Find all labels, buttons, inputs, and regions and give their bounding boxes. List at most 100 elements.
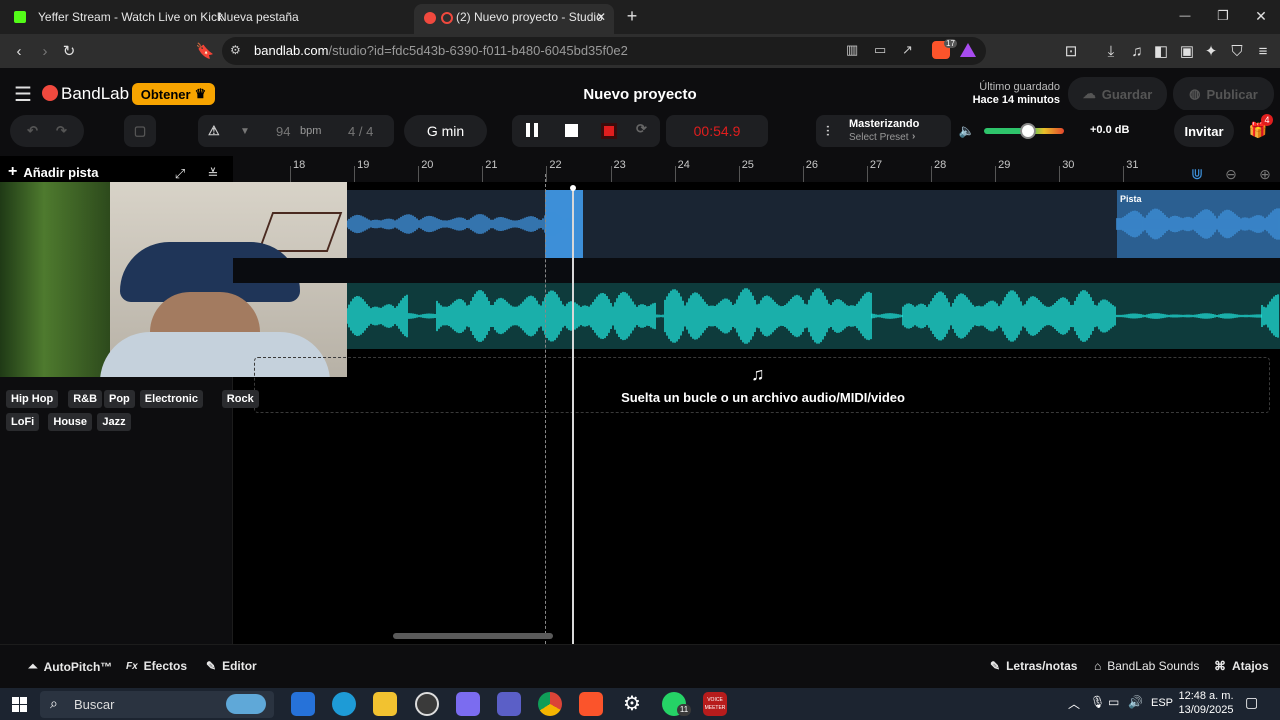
reader-mode-icon[interactable]: ▥ xyxy=(846,42,858,58)
chevron-down-icon[interactable]: ▼ xyxy=(240,126,250,137)
effects-button[interactable]: Fx Efectos xyxy=(126,659,187,673)
genre-tag[interactable]: LoFi xyxy=(6,413,40,431)
voicemeeter-icon[interactable]: VOICE MEETER xyxy=(703,692,727,716)
tv-icon[interactable]: ⊡ xyxy=(1060,40,1082,62)
bookmark-icon[interactable]: 🔖 xyxy=(194,40,216,62)
speaker-icon[interactable]: 🔈 xyxy=(958,122,976,140)
network-icon[interactable]: ▭ xyxy=(1108,695,1119,709)
site-settings-icon[interactable]: ⚙ xyxy=(230,43,241,57)
share-icon[interactable]: ↗ xyxy=(902,42,913,58)
zoom-out-icon[interactable]: ⊖ xyxy=(1220,162,1242,186)
add-track-button[interactable]: + Añadir pista xyxy=(8,160,120,184)
drop-zone[interactable]: ♫ Suelta un bucle o un archivo audio/MID… xyxy=(254,357,1270,413)
vpn-icon[interactable]: ⛉ xyxy=(1226,40,1248,62)
record-icon[interactable] xyxy=(604,126,614,136)
record-mode-button[interactable]: ▢ xyxy=(124,115,156,147)
tab-kick[interactable]: Yeffer Stream - Watch Live on Kick xyxy=(6,4,223,34)
genre-tag[interactable]: Rock xyxy=(221,390,259,408)
tab-new[interactable]: Nueva pestaña xyxy=(208,4,408,34)
tab-studio[interactable]: (2) Nuevo proyecto - Studio ✕ xyxy=(414,4,614,34)
restore-button[interactable]: ❐ xyxy=(1212,6,1234,26)
playhead-handle[interactable] xyxy=(570,185,576,191)
settings-gear-icon[interactable]: ⚙ xyxy=(620,692,644,716)
language-indicator[interactable]: ESP xyxy=(1151,697,1173,709)
publish-button[interactable]: ◍ Publicar xyxy=(1173,77,1274,111)
time-signature[interactable]: 4 / 4 xyxy=(348,124,373,139)
windows-start-icon[interactable] xyxy=(12,697,27,712)
autopitch-button[interactable]: ⏶ AutoPitch™ xyxy=(28,659,112,674)
notifications-icon[interactable]: ▢ xyxy=(1245,694,1258,711)
automation-icon[interactable]: ⤢ xyxy=(170,164,190,184)
genre-tag[interactable]: Pop xyxy=(104,390,135,408)
reload-icon[interactable]: ↻ xyxy=(58,40,80,62)
loop-icon[interactable]: ⟳ xyxy=(636,121,647,137)
track-2-lane[interactable] xyxy=(347,283,1280,349)
forward-arrow-icon[interactable]: › xyxy=(34,40,56,62)
close-window-button[interactable]: ✕ xyxy=(1250,6,1272,26)
shortcuts-button[interactable]: ⌘ Atajos xyxy=(1214,659,1269,673)
clock-time[interactable]: 12:48 a. m. xyxy=(1176,690,1236,702)
app-logo[interactable]: BandLab xyxy=(61,84,129,104)
sounds-button[interactable]: ⌂ BandLab Sounds xyxy=(1094,659,1199,673)
download-icon[interactable]: ⤓ xyxy=(1100,40,1122,62)
volume-icon[interactable]: 🔊 xyxy=(1128,695,1143,709)
horizontal-scrollbar[interactable] xyxy=(393,633,553,639)
key-selector[interactable]: G min xyxy=(404,115,487,147)
lyrics-button[interactable]: ✎ Letras/notas xyxy=(990,659,1077,673)
save-button[interactable]: ☁ Guardar xyxy=(1068,77,1167,111)
shortcuts-label: Atajos xyxy=(1232,659,1269,673)
edge-icon[interactable] xyxy=(332,692,356,716)
invite-label: Invitar xyxy=(1184,123,1224,139)
wallet-icon[interactable]: ▣ xyxy=(1176,40,1198,62)
teams-icon[interactable] xyxy=(497,692,521,716)
pause-icon[interactable] xyxy=(526,123,530,137)
music-icon[interactable]: ♫ xyxy=(1126,40,1148,62)
volume-knob[interactable] xyxy=(1020,123,1036,139)
snap-magnet-icon[interactable]: ⋓ xyxy=(1186,162,1208,186)
store-icon[interactable] xyxy=(291,692,315,716)
metronome-icon[interactable]: ⚠ xyxy=(208,123,220,139)
sidebar-icon[interactable]: ◧ xyxy=(1150,40,1172,62)
zoom-in-icon[interactable]: ⊕ xyxy=(1254,162,1276,186)
url-field[interactable]: ⚙ bandlab.com/studio?id=fdc5d43b-6390-f0… xyxy=(222,37,986,65)
minimize-button[interactable]: — xyxy=(1174,6,1196,26)
redo-icon[interactable]: ↷ xyxy=(56,123,67,139)
genre-tag[interactable]: House xyxy=(48,413,93,431)
genre-tag[interactable]: Hip Hop xyxy=(6,390,59,408)
chrome-icon[interactable] xyxy=(538,692,562,716)
sounds-label: BandLab Sounds xyxy=(1107,659,1200,673)
undo-icon[interactable]: ↶ xyxy=(27,123,38,139)
copilot-icon[interactable] xyxy=(456,692,480,716)
cast-icon[interactable]: ▭ xyxy=(874,42,886,58)
invite-button[interactable]: Invitar xyxy=(1174,115,1234,147)
obs-icon[interactable] xyxy=(415,692,439,716)
back-arrow-icon[interactable]: ‹ xyxy=(8,40,30,62)
new-tab-button[interactable]: + xyxy=(622,6,642,26)
playhead-line[interactable] xyxy=(572,188,574,644)
genre-tag[interactable]: Electronic xyxy=(139,390,203,408)
brave-rewards-icon[interactable] xyxy=(960,43,976,57)
show-hidden-icons[interactable]: ︿ xyxy=(1068,695,1080,712)
track-1-lane[interactable]: Pista xyxy=(347,190,1280,258)
project-title[interactable]: Nuevo proyecto xyxy=(580,86,700,103)
clock-date[interactable]: 13/09/2025 xyxy=(1176,704,1236,716)
file-explorer-icon[interactable] xyxy=(373,692,397,716)
tab-close-icon[interactable]: ✕ xyxy=(596,4,606,30)
timeline-ruler[interactable]: 18 19 20 21 22 23 24 25 26 27 28 29 30 31 xyxy=(233,156,1280,182)
brave-taskbar-icon[interactable] xyxy=(579,692,603,716)
tempo-value[interactable]: 94 xyxy=(276,124,290,139)
collapse-tracks-icon[interactable]: ≚ xyxy=(203,164,223,184)
taskbar-search-box[interactable]: ⌕ Buscar xyxy=(40,691,274,718)
genre-tag[interactable]: Jazz xyxy=(97,413,131,431)
effects-label: Efectos xyxy=(143,659,188,673)
genre-tag[interactable]: R&B xyxy=(68,390,103,408)
leo-ai-icon[interactable]: ✦ xyxy=(1200,40,1222,62)
microphone-icon[interactable]: 🎙 xyxy=(1090,695,1105,709)
master-volume-slider[interactable] xyxy=(984,123,1064,139)
mastering-button[interactable]: ⫶ Masterizando Select Preset › xyxy=(816,115,951,147)
stop-icon[interactable] xyxy=(565,124,578,137)
editor-button[interactable]: ✎ Editor xyxy=(206,659,257,673)
hamburger-menu-icon[interactable]: ☰ xyxy=(12,84,34,106)
menu-icon[interactable]: ≡ xyxy=(1252,40,1274,62)
obtener-button[interactable]: Obtener ♛ xyxy=(132,83,215,105)
